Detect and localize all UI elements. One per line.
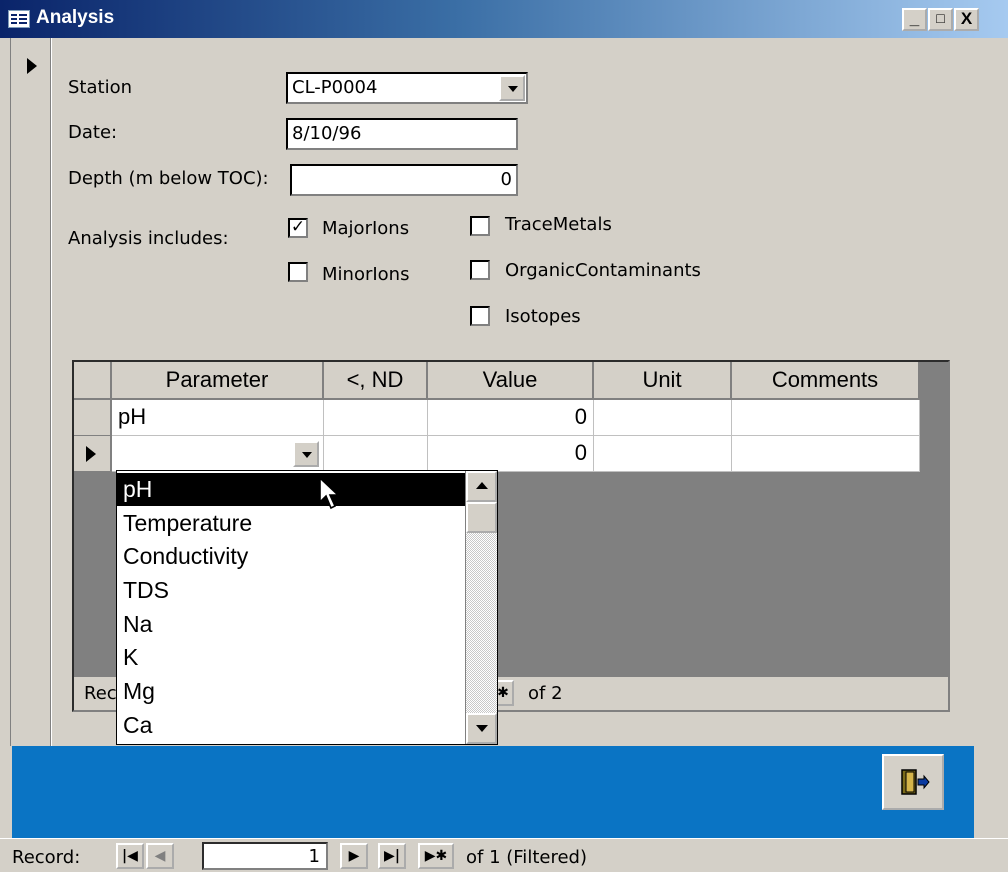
form-icon	[8, 10, 30, 28]
row-selector[interactable]	[74, 400, 112, 436]
column-header-unit[interactable]: Unit	[594, 362, 732, 400]
window-title: Analysis	[36, 7, 115, 28]
next-record-button[interactable]: ▶	[340, 843, 368, 869]
date-label: Date:	[68, 122, 118, 143]
tracemetals-checkbox[interactable]	[470, 216, 490, 236]
mouse-pointer-icon	[319, 476, 341, 510]
record-navigation-bar: Record: |◀ ◀ 1 ▶ ▶| ▶✱ of 1 (Filtered)	[0, 838, 1008, 872]
column-header-value[interactable]: Value	[428, 362, 594, 400]
exit-door-icon	[901, 769, 930, 795]
current-row-arrow-icon	[86, 446, 96, 462]
dropdown-item[interactable]: Na	[117, 608, 465, 641]
cell-nd[interactable]	[324, 436, 428, 472]
subform-record-count: of 2	[528, 683, 563, 704]
organiccontaminants-checkbox[interactable]	[470, 260, 490, 280]
close-button[interactable]: X	[954, 8, 979, 31]
organiccontaminants-label: OrganicContaminants	[505, 260, 701, 281]
isotopes-label: Isotopes	[505, 306, 581, 327]
depth-field[interactable]: 0	[290, 164, 518, 196]
minorions-label: MinorIons	[322, 264, 410, 285]
new-record-button[interactable]: ▶✱	[418, 843, 454, 869]
dropdown-scrollbar[interactable]	[465, 471, 497, 744]
dropdown-item[interactable]: TDS	[117, 574, 465, 607]
cell-parameter[interactable]: pH	[112, 400, 324, 436]
scroll-up-icon[interactable]	[466, 471, 497, 502]
tracemetals-label: TraceMetals	[505, 214, 612, 235]
record-selector-column[interactable]	[0, 38, 52, 746]
column-header-comments[interactable]: Comments	[732, 362, 920, 400]
dropdown-item[interactable]: Temperature	[117, 507, 465, 540]
maximize-button[interactable]: □	[928, 8, 953, 31]
minorions-checkbox[interactable]	[288, 262, 308, 282]
parameter-dropdown-list[interactable]: pH Temperature Conductivity TDS Na K Mg …	[116, 470, 498, 745]
cell-nd[interactable]	[324, 400, 428, 436]
dropdown-item[interactable]: Conductivity	[117, 540, 465, 573]
record-count: of 1 (Filtered)	[466, 847, 587, 868]
previous-record-button[interactable]: ◀	[146, 843, 174, 869]
isotopes-checkbox[interactable]	[470, 306, 490, 326]
date-field[interactable]: 8/10/96	[286, 118, 518, 150]
close-form-button[interactable]	[882, 754, 944, 810]
row-selector-current[interactable]	[74, 436, 112, 472]
dropdown-item[interactable]: Ca	[117, 709, 465, 742]
corner-selector[interactable]	[74, 362, 112, 400]
depth-label: Depth (m below TOC):	[68, 168, 269, 189]
record-label: Record:	[12, 847, 81, 868]
majorions-checkbox[interactable]: ✓	[288, 218, 308, 238]
cell-value[interactable]: 0	[428, 436, 594, 472]
station-value: CL-P0004	[292, 77, 378, 98]
station-label: Station	[68, 77, 132, 98]
dropdown-item[interactable]: Mg	[117, 675, 465, 708]
analysis-includes-label: Analysis includes:	[68, 228, 229, 249]
station-combo[interactable]: CL-P0004	[286, 72, 528, 104]
subform-record-label: Rec	[84, 683, 117, 704]
current-record-field[interactable]: 1	[202, 842, 328, 870]
minimize-button[interactable]: _	[902, 8, 927, 31]
majorions-label: MajorIons	[322, 218, 410, 239]
dropdown-item[interactable]: K	[117, 641, 465, 674]
cell-unit[interactable]	[594, 436, 732, 472]
cell-comments[interactable]	[732, 400, 920, 436]
form-footer-band	[12, 746, 974, 838]
dropdown-item[interactable]: pH	[117, 473, 465, 506]
cell-comments[interactable]	[732, 436, 920, 472]
scroll-thumb[interactable]	[466, 502, 497, 533]
cell-value[interactable]: 0	[428, 400, 594, 436]
cell-parameter-combo[interactable]	[112, 436, 324, 472]
last-record-button[interactable]: ▶|	[378, 843, 406, 869]
cell-unit[interactable]	[594, 400, 732, 436]
first-record-button[interactable]: |◀	[116, 843, 144, 869]
title-bar[interactable]: Analysis _ □ X	[0, 0, 1008, 38]
station-dropdown-arrow-icon[interactable]	[499, 75, 525, 101]
subform-scroll-area	[920, 362, 948, 677]
scroll-down-icon[interactable]	[466, 713, 497, 744]
parameter-dropdown-arrow-icon[interactable]	[293, 441, 319, 467]
column-header-nd[interactable]: <, ND	[324, 362, 428, 400]
column-header-parameter[interactable]: Parameter	[112, 362, 324, 400]
current-record-arrow-icon	[27, 58, 37, 74]
